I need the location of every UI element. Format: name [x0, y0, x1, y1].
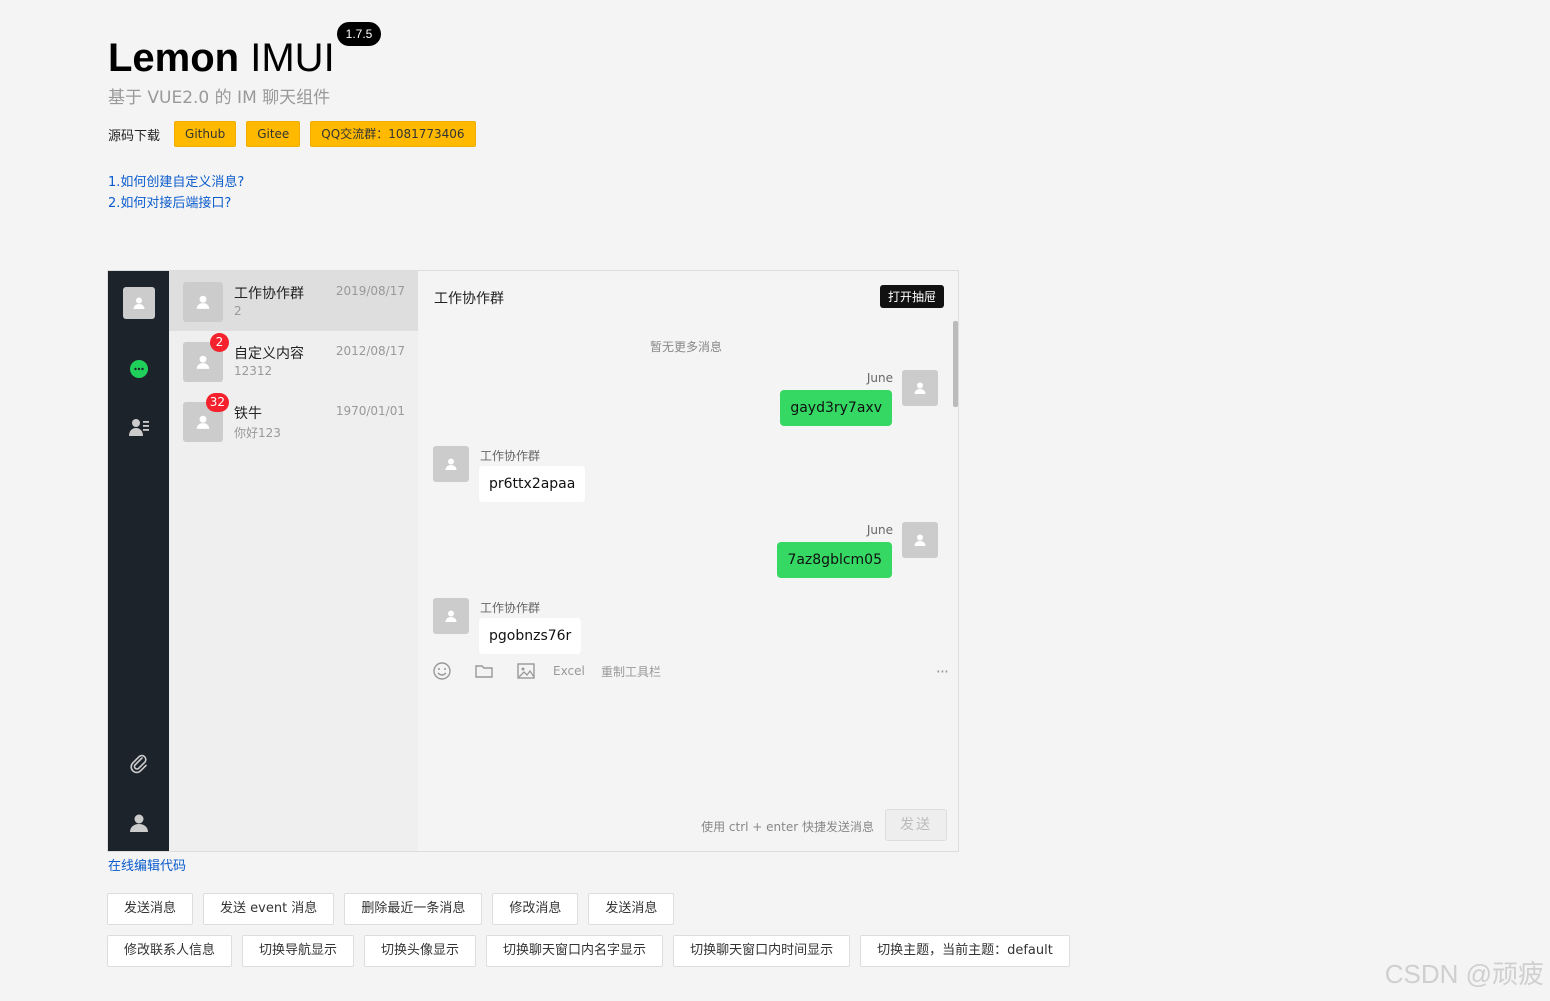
unread-badge: 2: [210, 333, 229, 352]
contacts-icon[interactable]: [126, 414, 152, 440]
emoji-icon[interactable]: [432, 659, 452, 683]
excel-tool[interactable]: Excel: [553, 659, 585, 683]
user-icon: [196, 295, 210, 309]
contact-item[interactable]: 2 自定义内容 2012/08/17 12312: [169, 331, 418, 391]
contact-time: 2012/08/17: [335, 344, 405, 358]
more-icon[interactable]: ···: [936, 659, 949, 683]
user-icon: [196, 415, 210, 429]
contact-name: 自定义内容: [234, 346, 304, 362]
message-sender: 工作协作群: [480, 449, 541, 463]
download-label: 源码下载: [108, 128, 161, 144]
custom-message-link[interactable]: 1.如何创建自定义消息?: [108, 171, 244, 190]
backend-api-link[interactable]: 2.如何对接后端接口?: [108, 192, 231, 211]
watermark: CSDN @顽疲: [1384, 959, 1544, 989]
contact-name: 工作协作群: [234, 286, 304, 302]
toggle-nav-button[interactable]: 切换导航显示: [242, 935, 355, 967]
send-event-message-button[interactable]: 发送 event 消息: [203, 893, 335, 925]
update-contact-button[interactable]: 修改联系人信息: [107, 935, 233, 967]
contact-list: 工作协作群 2019/08/17 2 2 自定义内容 2012/08/17 12…: [169, 271, 418, 851]
avatar: [902, 522, 938, 558]
github-button[interactable]: Github: [174, 121, 237, 147]
contact-time: 1970/01/01: [335, 404, 405, 418]
contact-item[interactable]: 工作协作群 2019/08/17 2: [169, 271, 418, 331]
avatar: [433, 598, 469, 634]
editor-toolbar: Excel 重制工具栏 ···: [432, 659, 949, 683]
qq-group-button[interactable]: QQ交流群：1081773406: [310, 121, 476, 147]
avatar: [902, 370, 938, 406]
delete-last-message-button[interactable]: 删除最近一条消息: [344, 893, 483, 925]
gitee-button[interactable]: Gitee: [246, 121, 301, 147]
reset-toolbar-tool[interactable]: 重制工具栏: [601, 659, 661, 683]
version-badge: 1.7.5: [337, 22, 381, 46]
message-sender: June: [866, 523, 893, 537]
avatar: 2: [183, 333, 229, 382]
user-icon: [133, 297, 145, 309]
page-subtitle: 基于 VUE2.0 的 IM 聊天组件: [108, 88, 331, 108]
chat-title: 工作协作群: [434, 291, 504, 307]
user-icon: [914, 534, 926, 546]
attachment-icon[interactable]: [126, 751, 152, 777]
contact-time: 2019/08/17: [335, 284, 405, 298]
user-icon: [196, 355, 210, 369]
avatar: [433, 446, 469, 482]
send-message-button-2[interactable]: 发送消息: [588, 893, 675, 925]
open-drawer-button[interactable]: 打开抽屉: [879, 285, 944, 308]
toggle-name-button[interactable]: 切换聊天窗口内名字显示: [486, 935, 664, 967]
profile-icon[interactable]: [126, 810, 152, 836]
toggle-time-button[interactable]: 切换聊天窗口内时间显示: [673, 935, 851, 967]
send-message-button[interactable]: 发送消息: [107, 893, 194, 925]
user-icon: [445, 610, 457, 622]
send-hint: 使用 ctrl + enter 快捷发送消息: [701, 820, 874, 834]
contact-last-message: 12312: [234, 364, 273, 378]
im-container: 工作协作群 2019/08/17 2 2 自定义内容 2012/08/17 12…: [107, 270, 959, 852]
download-row: 源码下载 Github Gitee QQ交流群：1081773406: [108, 121, 476, 147]
no-more-messages: 暂无更多消息: [649, 340, 722, 354]
message-bubble[interactable]: gayd3ry7axv: [780, 390, 892, 426]
contact-item[interactable]: 32 铁牛 1970/01/01 你好123: [169, 391, 418, 451]
toggle-theme-button[interactable]: 切换主题，当前主题：default: [860, 935, 1070, 967]
action-row-1: 发送消息 发送 event 消息 删除最近一条消息 修改消息 发送消息: [107, 893, 675, 925]
message-sender: June: [866, 371, 893, 385]
message-bubble[interactable]: 7az8gblcm05: [777, 542, 892, 578]
toggle-avatar-button[interactable]: 切换头像显示: [364, 935, 477, 967]
chat-panel: 工作协作群 打开抽屉 暂无更多消息 June gayd3ry7axv 工作协作群…: [418, 271, 958, 851]
action-row-2: 修改联系人信息 切换导航显示 切换头像显示 切换聊天窗口内名字显示 切换聊天窗口…: [107, 935, 1070, 967]
image-icon[interactable]: [516, 659, 536, 683]
message-bubble[interactable]: pr6ttx2apaa: [479, 466, 586, 502]
contact-last-message: 2: [234, 304, 242, 318]
folder-icon[interactable]: [474, 659, 494, 683]
avatar: [183, 282, 223, 322]
message-sender: 工作协作群: [480, 601, 541, 615]
edit-online-link[interactable]: 在线编辑代码: [108, 855, 186, 874]
user-icon: [914, 382, 926, 394]
avatar: 32: [183, 393, 229, 442]
page-title: Lemon IMUI: [108, 36, 335, 80]
message-bubble[interactable]: pgobnzs76r: [479, 618, 582, 654]
contact-last-message: 你好123: [234, 426, 281, 440]
scrollbar[interactable]: [953, 321, 958, 407]
contact-name: 铁牛: [234, 406, 262, 422]
send-button[interactable]: 发送: [885, 809, 947, 841]
user-avatar[interactable]: [123, 287, 155, 319]
user-icon: [445, 458, 457, 470]
update-message-button[interactable]: 修改消息: [492, 893, 579, 925]
side-nav: [108, 271, 169, 851]
unread-badge: 32: [205, 393, 229, 412]
messages-icon[interactable]: [126, 356, 152, 382]
